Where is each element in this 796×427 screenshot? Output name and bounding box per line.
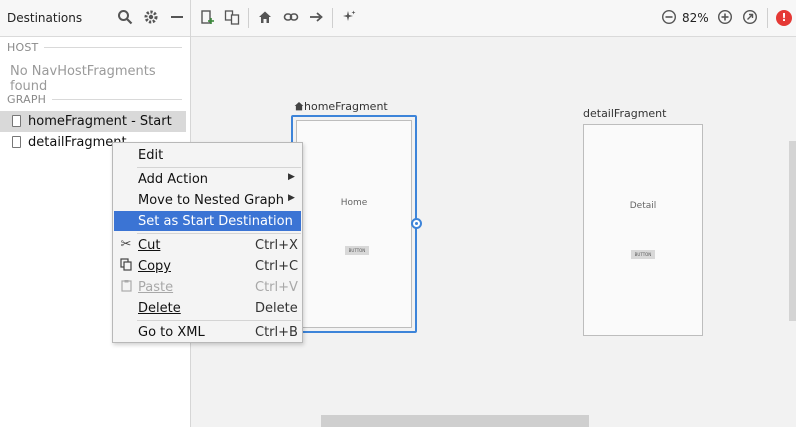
menu-item-shortcut: Delete [255, 301, 298, 316]
menu-item-shortcut: Ctrl+V [255, 280, 298, 295]
home-fragment-card[interactable]: Home BUTTON [291, 115, 417, 333]
detail-screen-button: BUTTON [631, 250, 655, 259]
search-icon[interactable] [116, 9, 134, 27]
destination-item-label: homeFragment - Start [28, 114, 172, 129]
menu-item-shortcut: Ctrl+X [255, 238, 298, 253]
action-arrow-icon[interactable] [307, 9, 325, 27]
home-screen-button: BUTTON [345, 246, 369, 255]
editor-toolbar: 82% ! [191, 0, 796, 37]
menu-item-cut[interactable]: ✂ Cut Ctrl+X [114, 235, 301, 255]
destination-item-homefragment[interactable]: homeFragment - Start [0, 111, 186, 132]
zoom-in-icon[interactable] [716, 9, 734, 27]
copy-icon [118, 258, 134, 274]
menu-item-label: Add Action [138, 172, 209, 187]
menu-item-label: Set as Start Destination [138, 214, 293, 229]
home-fragment-label: homeFragment [294, 100, 388, 113]
action-handle[interactable] [411, 218, 422, 229]
toolbar-separator [332, 8, 333, 28]
menu-item-delete[interactable]: Delete Delete [114, 298, 301, 318]
menu-item-label: Copy [138, 259, 171, 274]
link-icon[interactable] [282, 9, 300, 27]
submenu-arrow-icon: ▶ [288, 193, 295, 203]
zoom-level: 82% [682, 11, 709, 25]
panel-title: Destinations [7, 11, 83, 25]
submenu-arrow-icon: ▶ [288, 172, 295, 182]
gear-icon[interactable] [142, 9, 160, 27]
menu-separator [137, 167, 301, 168]
zoom-fit-icon[interactable] [741, 9, 759, 27]
menu-item-shortcut: Ctrl+C [255, 259, 299, 274]
menu-separator [137, 233, 301, 234]
context-menu: Edit Add Action ▶ Move to Nested Graph ▶… [112, 142, 303, 343]
destinations-header: Destinations [0, 0, 190, 37]
graph-section-label: GRAPH [7, 93, 47, 106]
menu-item-label: Cut [138, 238, 161, 253]
menu-item-go-to-xml[interactable]: Go to XML Ctrl+B [114, 322, 301, 342]
nested-graph-icon[interactable] [223, 9, 241, 27]
home-fragment-name: homeFragment [304, 100, 388, 113]
auto-arrange-icon[interactable] [340, 9, 358, 27]
host-divider [44, 47, 182, 48]
menu-item-edit[interactable]: Edit [114, 145, 301, 165]
clipboard-icon [118, 279, 134, 295]
document-icon [12, 136, 21, 148]
home-fragment-screen: Home BUTTON [296, 120, 412, 328]
menu-item-label: Delete [138, 301, 181, 316]
toolbar-separator [767, 8, 768, 28]
collapse-icon[interactable] [168, 9, 186, 27]
host-empty-message: No NavHostFragments found [10, 64, 156, 94]
error-icon[interactable]: ! [776, 10, 792, 26]
menu-item-paste[interactable]: Paste Ctrl+V [114, 277, 301, 297]
menu-item-add-action[interactable]: Add Action ▶ [114, 169, 301, 189]
vertical-scrollbar[interactable] [789, 141, 796, 321]
document-icon [12, 115, 21, 127]
scissors-icon: ✂ [120, 237, 132, 252]
home-screen-text: Home [340, 198, 368, 208]
menu-item-label: Go to XML [138, 325, 205, 340]
menu-item-label: Edit [138, 148, 164, 163]
toolbar-separator [248, 8, 249, 28]
menu-item-shortcut: Ctrl+B [255, 325, 298, 340]
home-icon[interactable] [256, 9, 274, 27]
zoom-out-icon[interactable] [660, 9, 678, 27]
start-home-icon [294, 101, 304, 111]
menu-item-copy[interactable]: Copy Ctrl+C [114, 256, 301, 276]
horizontal-scrollbar[interactable] [321, 415, 589, 427]
host-section-label: HOST [7, 41, 39, 54]
menu-item-label: Paste [138, 280, 174, 295]
detail-fragment-card[interactable]: Detail BUTTON [583, 124, 703, 336]
menu-separator [137, 320, 301, 321]
menu-item-label: Move to Nested Graph [138, 193, 285, 208]
menu-item-move-to-nested-graph[interactable]: Move to Nested Graph ▶ [114, 190, 301, 210]
detail-fragment-label: detailFragment [583, 107, 667, 120]
detail-screen-text: Detail [629, 201, 657, 211]
graph-divider [52, 99, 182, 100]
menu-item-set-as-start-destination[interactable]: Set as Start Destination [114, 211, 301, 231]
new-destination-icon[interactable] [198, 9, 216, 27]
